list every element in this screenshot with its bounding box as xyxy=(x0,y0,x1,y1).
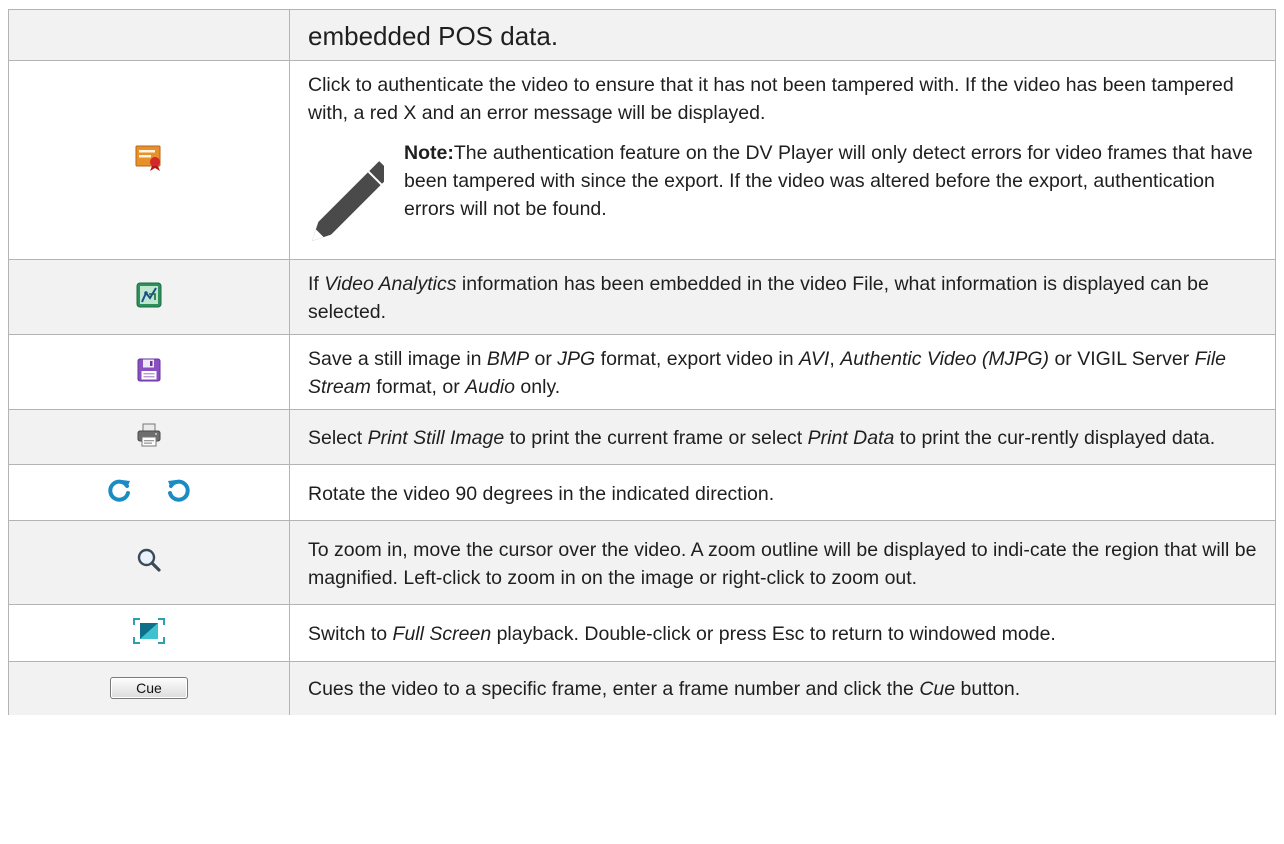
text-segment: Save a still image in xyxy=(308,348,487,370)
description-cell: Click to authenticate the video to ensur… xyxy=(289,60,1276,260)
icon-cell xyxy=(8,604,290,662)
pencil-icon xyxy=(304,139,392,249)
icon-cell xyxy=(8,259,290,335)
text-segment: to print the cur-rently displayed data. xyxy=(894,427,1216,449)
text-segment: playback. Double-click or press Esc to r… xyxy=(491,623,1056,645)
icon-cell xyxy=(8,409,290,465)
cue-button[interactable]: Cue xyxy=(110,677,188,700)
text-segment: format, export video in xyxy=(595,348,799,370)
description-cell: Select Print Still Image to print the cu… xyxy=(289,409,1276,465)
note-block: Note:The authentication feature on the D… xyxy=(308,139,1257,249)
note-text: Note:The authentication feature on the D… xyxy=(404,139,1257,223)
text-segment: Click to authenticate the video to ensur… xyxy=(308,74,1234,124)
text-segment: button. xyxy=(955,678,1021,701)
emphasis-text: Cue xyxy=(919,678,956,701)
description-text: If Video Analytics information has been … xyxy=(308,270,1257,326)
icon-cell xyxy=(8,9,290,61)
text-segment: or VIGIL Server xyxy=(1049,348,1195,370)
icon-cell: Cue xyxy=(8,661,290,715)
text-segment: Select xyxy=(308,427,368,449)
emphasis-text: BMP xyxy=(486,348,530,370)
description-cell: Switch to Full Screen playback. Double-c… xyxy=(289,604,1276,662)
description-text: Rotate the video 90 degrees in the indic… xyxy=(308,480,1257,508)
emphasis-text: Full Screen xyxy=(392,623,492,645)
table-row: Save a still image in BMP or JPG format,… xyxy=(8,334,1276,410)
fullscreen-icon[interactable] xyxy=(132,617,166,650)
emphasis-text: Print Data xyxy=(807,427,895,449)
emphasis-text: JPG xyxy=(557,348,596,370)
description-cell: Cues the video to a specific frame, ente… xyxy=(289,661,1276,715)
text-segment: Switch to xyxy=(308,623,393,645)
table-row: Click to authenticate the video to ensur… xyxy=(8,60,1276,260)
certificate-icon[interactable] xyxy=(135,145,163,176)
description-cell: To zoom in, move the cursor over the vid… xyxy=(289,520,1276,605)
text-segment: embedded POS data. xyxy=(308,21,559,51)
description-cell: Save a still image in BMP or JPG format,… xyxy=(289,334,1276,410)
table-row: Select Print Still Image to print the cu… xyxy=(8,409,1276,465)
icon-cell xyxy=(8,520,290,605)
rotate-clockwise-icon[interactable] xyxy=(106,477,132,508)
table-row: Cue Cues the video to a specific frame, e… xyxy=(8,661,1276,715)
icon-cell xyxy=(8,464,290,521)
description-text: Save a still image in BMP or JPG format,… xyxy=(308,345,1257,401)
emphasis-text: AVI xyxy=(799,348,830,370)
description-text: Cues the video to a specific frame, ente… xyxy=(308,675,1257,703)
zoom-icon[interactable] xyxy=(136,547,162,578)
text-segment: to print the current frame or select xyxy=(504,427,808,449)
description-text: Click to authenticate the video to ensur… xyxy=(308,71,1257,127)
text-segment: only. xyxy=(515,376,561,398)
table-row: embedded POS data. xyxy=(8,9,1276,61)
table-row: To zoom in, move the cursor over the vid… xyxy=(8,520,1276,605)
text-segment: Cues the video to a specific frame, ente… xyxy=(308,678,920,701)
table-row: If Video Analytics information has been … xyxy=(8,259,1276,335)
description-text: Switch to Full Screen playback. Double-c… xyxy=(308,620,1257,648)
icon-cell xyxy=(8,60,290,260)
save-icon[interactable] xyxy=(137,358,161,387)
description-text: embedded POS data. xyxy=(308,18,1257,54)
icon-cell xyxy=(8,334,290,410)
video-analytics-icon[interactable] xyxy=(136,282,162,313)
description-text: Select Print Still Image to print the cu… xyxy=(308,424,1257,452)
description-cell: Rotate the video 90 degrees in the indic… xyxy=(289,464,1276,521)
emphasis-text: Print Still Image xyxy=(367,427,505,449)
text-segment: To zoom in, move the cursor over the vid… xyxy=(308,538,1257,589)
text-segment: or xyxy=(529,348,558,370)
table-row: Rotate the video 90 degrees in the indic… xyxy=(8,464,1276,521)
text-segment: Rotate the video 90 degrees in the indic… xyxy=(308,482,775,505)
table-row: Switch to Full Screen playback. Double-c… xyxy=(8,604,1276,662)
note-body: The authentication feature on the DV Pla… xyxy=(404,142,1253,220)
description-cell: If Video Analytics information has been … xyxy=(289,259,1276,335)
controls-table: embedded POS data. Click to authenticate… xyxy=(8,9,1276,715)
text-segment: format, or xyxy=(370,376,466,398)
emphasis-text: Audio xyxy=(465,376,516,398)
note-label: Note: xyxy=(404,142,454,164)
description-cell: embedded POS data. xyxy=(289,9,1276,61)
emphasis-text: Authentic Video (MJPG) xyxy=(840,348,1050,370)
text-segment: , xyxy=(829,348,841,370)
rotate-counterclockwise-icon[interactable] xyxy=(166,477,192,508)
print-icon[interactable] xyxy=(137,423,161,452)
description-text: To zoom in, move the cursor over the vid… xyxy=(308,536,1257,592)
text-segment: If xyxy=(308,273,325,295)
emphasis-text: Video Analytics xyxy=(324,273,457,295)
